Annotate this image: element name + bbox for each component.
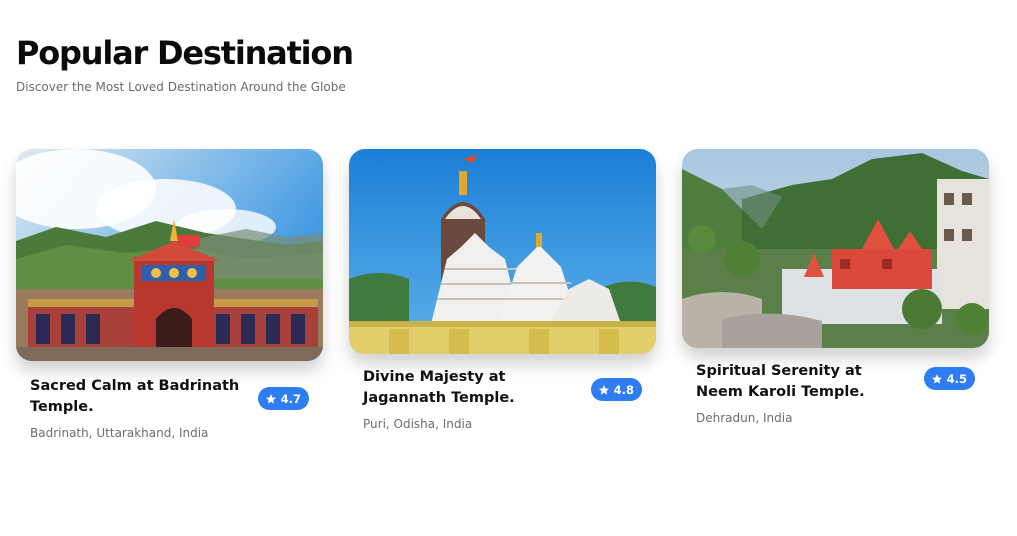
destination-location: Dehradun, India: [696, 411, 793, 425]
destination-card-neem-karoli[interactable]: Spiritual Serenity at Neem Karoli Temple…: [682, 149, 989, 425]
destination-image-neem-karoli[interactable]: [682, 149, 989, 348]
page-subtitle: Discover the Most Loved Destination Arou…: [16, 80, 346, 94]
rating-value: 4.8: [613, 382, 634, 397]
rating-value: 4.5: [946, 371, 967, 386]
star-icon: [931, 373, 942, 384]
star-icon: [598, 384, 609, 395]
destination-title[interactable]: Divine Majesty at Jagannath Temple.: [363, 367, 578, 409]
rating-badge: 4.7: [257, 387, 309, 410]
rating-value: 4.7: [280, 391, 301, 406]
rating-badge: 4.5: [923, 367, 975, 390]
destination-title[interactable]: Sacred Calm at Badrinath Temple.: [30, 376, 245, 418]
destination-location: Puri, Odisha, India: [363, 417, 473, 431]
destination-location: Badrinath, Uttarakhand, India: [30, 426, 209, 440]
page-title: Popular Destination: [16, 34, 354, 72]
star-icon: [265, 393, 276, 404]
rating-badge: 4.8: [590, 378, 642, 401]
destination-image-jagannath[interactable]: [349, 149, 656, 354]
destination-card-badrinath[interactable]: Sacred Calm at Badrinath Temple. Badrina…: [16, 149, 323, 440]
destination-card-jagannath[interactable]: Divine Majesty at Jagannath Temple. Puri…: [349, 149, 656, 431]
destination-title[interactable]: Spiritual Serenity at Neem Karoli Temple…: [696, 361, 911, 403]
destination-image-badrinath[interactable]: [16, 149, 323, 361]
